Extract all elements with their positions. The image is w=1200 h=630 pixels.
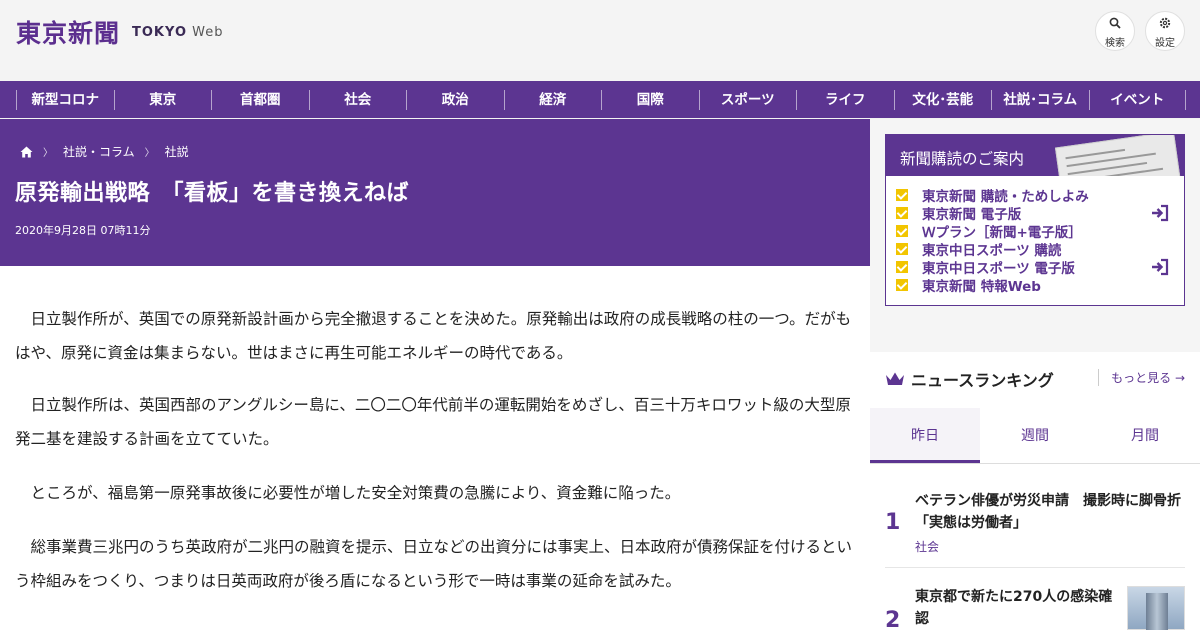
home-icon[interactable]: [20, 146, 33, 158]
article-date: 2020年9月28日 07時11分: [15, 224, 151, 237]
tab-monthly[interactable]: 月間: [1090, 408, 1200, 463]
nav-item-society[interactable]: 社会: [308, 89, 407, 110]
sidebar: 新聞購読のご案内 東京新聞 購読・ためしよみ 東京新聞 電子版 Ｗプラン［新聞+…: [870, 119, 1200, 630]
check-icon: [896, 207, 908, 219]
ranking-title: ニュースランキング: [911, 371, 1054, 390]
nav-item-sports[interactable]: スポーツ: [698, 89, 797, 110]
ranking-item[interactable]: 1 ベテラン俳優が労災申請 撮影時に脚骨折「実態は労働者」 社会: [885, 482, 1185, 568]
check-icon: [896, 261, 908, 273]
subscription-heading: 新聞購読のご案内: [900, 150, 1025, 168]
ranking-number: 2: [885, 608, 901, 630]
ranking-headline: 東京都で新たに270人の感染確認: [915, 589, 1113, 627]
ranking-tabs: 昨日 週間 月間: [870, 408, 1200, 464]
nav-item-metropolitan[interactable]: 首都圏: [211, 89, 309, 110]
nav-item-events[interactable]: イベント: [1088, 89, 1186, 110]
site-header: 東京新聞 TOKYO Web 検索 設定: [0, 0, 1200, 70]
subscription-link-chunichi-sports-digital[interactable]: 東京中日スポーツ 電子版: [896, 258, 1184, 277]
nav-item-international[interactable]: 国際: [601, 89, 699, 110]
article-header: 〉 社説・コラム 〉 社説 原発輸出戦略 「看板」を書き換えねば 2020年9月…: [0, 119, 870, 266]
subscription-link-chunichi-sports[interactable]: 東京中日スポーツ 購読: [896, 240, 1184, 259]
page-title: 原発輸出戦略 「看板」を書き換えねば: [15, 181, 410, 206]
gear-icon: [1159, 14, 1171, 33]
nav-item-life[interactable]: ライフ: [796, 89, 894, 110]
subscription-header: 新聞購読のご案内: [886, 135, 1184, 176]
nav-item-corona[interactable]: 新型コロナ: [16, 89, 114, 110]
check-icon: [896, 279, 908, 291]
ranking-category[interactable]: 社会: [915, 538, 939, 555]
ranking-item[interactable]: 2 東京都で新たに270人の感染確認: [885, 578, 1185, 630]
breadcrumb-editorial-column[interactable]: 社説・コラム: [63, 143, 135, 160]
search-icon: [1109, 14, 1121, 33]
article-paragraph: 総事業費三兆円のうち英政府が二兆円の融資を提示、日立などの出資分には事実上、日本…: [15, 538, 853, 590]
arrow-right-icon: →: [1174, 371, 1185, 385]
nav-item-politics[interactable]: 政治: [406, 89, 504, 110]
ranking-header: ニュースランキング もっと見る →: [885, 367, 1185, 391]
breadcrumb: 〉 社説・コラム 〉 社説: [20, 143, 189, 160]
subscription-link-tokuho[interactable]: 東京新聞 特報Web: [896, 276, 1184, 295]
breadcrumb-editorial[interactable]: 社説: [165, 143, 189, 160]
ranking-headline: ベテラン俳優が労災申請 撮影時に脚骨折「実態は労働者」: [915, 493, 1181, 531]
nav-item-culture[interactable]: 文化･芸能: [893, 89, 992, 110]
news-ranking: ニュースランキング もっと見る → 昨日 週間 月間 1 ベテラン俳優が労災申請…: [870, 352, 1200, 630]
tab-yesterday[interactable]: 昨日: [870, 408, 980, 463]
nav-item-economy[interactable]: 経済: [503, 89, 602, 110]
login-icon[interactable]: [1150, 204, 1170, 222]
subscription-link-wplan[interactable]: Ｗプラン［新聞+電子版］: [896, 222, 1184, 241]
chevron-right-icon: 〉: [144, 148, 155, 159]
settings-label: 設定: [1155, 37, 1175, 49]
search-label: 検索: [1105, 37, 1125, 49]
nav-item-editorial[interactable]: 社説･コラム: [991, 89, 1089, 110]
article-body: 日立製作所が、英国での原発新設計画から完全撤退することを決めた。原発輸出は政府の…: [0, 266, 870, 630]
logo-kanji: 東京新聞: [16, 19, 121, 48]
nav-item-tokyo[interactable]: 東京: [113, 89, 212, 110]
article-paragraph: 日立製作所が、英国での原発新設計画から完全撤退することを決めた。原発輸出は政府の…: [15, 310, 852, 362]
logo-tokyo-web: TOKYO Web: [132, 24, 224, 40]
site-logo[interactable]: 東京新聞 TOKYO Web: [16, 14, 224, 50]
subscription-list: 東京新聞 購読・ためしよみ 東京新聞 電子版 Ｗプラン［新聞+電子版］ 東京中日…: [886, 176, 1184, 295]
search-button[interactable]: 検索: [1095, 11, 1135, 51]
article-paragraph: 日立製作所は、英国西部のアングルシー島に、二〇二〇年代前半の運転開始をめざし、百…: [15, 396, 851, 448]
ranking-number: 1: [885, 510, 901, 535]
check-icon: [896, 189, 908, 201]
tab-weekly[interactable]: 週間: [980, 408, 1090, 463]
newspaper-image: [1054, 135, 1182, 176]
ranking-thumbnail[interactable]: [1127, 586, 1185, 630]
settings-button[interactable]: 設定: [1145, 11, 1185, 51]
main-nav: 新型コロナ 東京 首都圏 社会 政治 経済 国際 スポーツ ライフ 文化･芸能 …: [0, 81, 1200, 118]
check-icon: [896, 243, 908, 255]
crown-icon: [885, 371, 905, 387]
subscription-link-digital[interactable]: 東京新聞 電子版: [896, 204, 1184, 223]
login-icon[interactable]: [1150, 258, 1170, 276]
subscription-box: 新聞購読のご案内 東京新聞 購読・ためしよみ 東京新聞 電子版 Ｗプラン［新聞+…: [885, 134, 1185, 306]
subscription-link-trial[interactable]: 東京新聞 購読・ためしよみ: [896, 186, 1184, 205]
check-icon: [896, 225, 908, 237]
chevron-right-icon: 〉: [43, 148, 53, 159]
more-link[interactable]: もっと見る →: [1098, 369, 1185, 386]
article-paragraph: ところが、福島第一原発事故後に必要性が増した安全対策費の急騰により、資金難に陥っ…: [30, 484, 681, 502]
